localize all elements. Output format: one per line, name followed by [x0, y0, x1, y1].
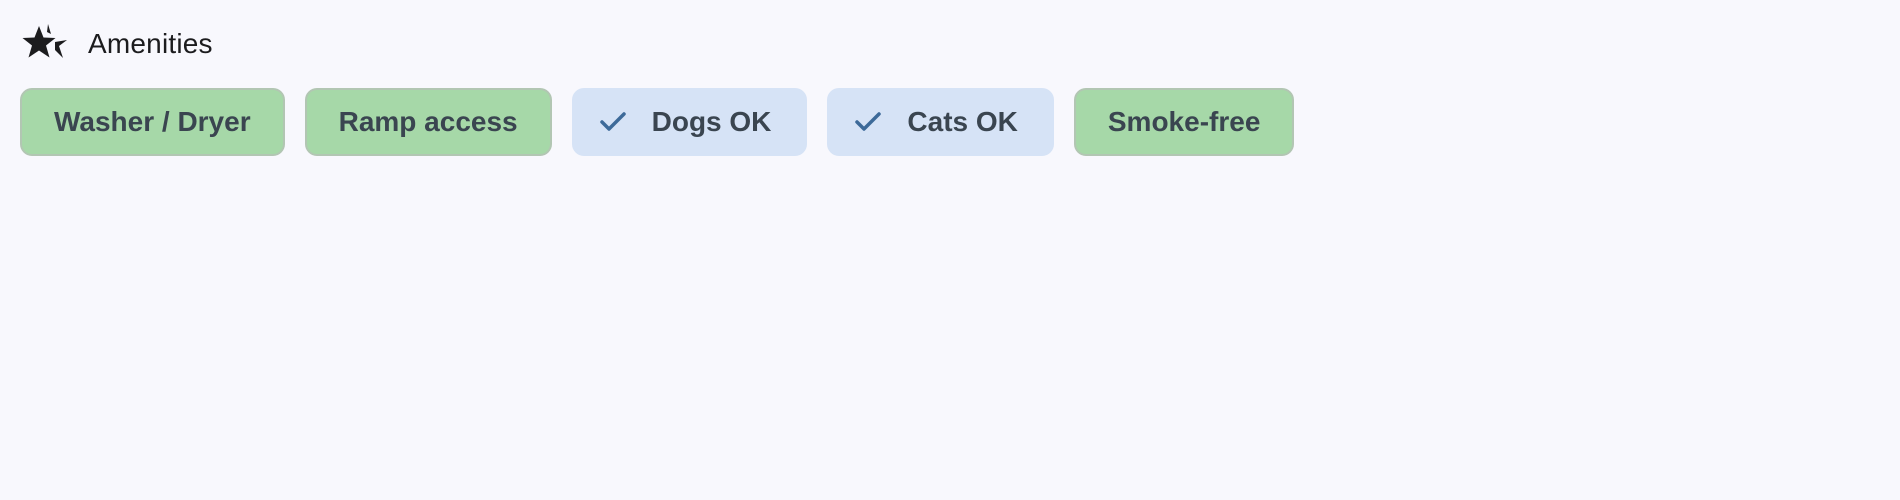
chip-label: Smoke-free: [1107, 106, 1261, 137]
check-icon: [853, 107, 883, 137]
chip-smoke-free[interactable]: Smoke-free: [1073, 88, 1295, 156]
sparkle-stars-icon: [20, 20, 70, 68]
chip-label: Cats OK: [907, 106, 1018, 137]
chip-label: Ramp access: [338, 106, 518, 137]
check-icon: [598, 107, 628, 137]
section-title: Amenities: [88, 28, 213, 59]
chip-label: Dogs OK: [651, 106, 772, 137]
chip-washer-dryer[interactable]: Washer / Dryer: [20, 88, 285, 156]
chip-ramp-access[interactable]: Ramp access: [304, 88, 552, 156]
chip-cats-ok[interactable]: Cats OK: [827, 88, 1054, 156]
chip-label: Washer / Dryer: [54, 106, 251, 137]
chip-dogs-ok[interactable]: Dogs OK: [571, 88, 808, 156]
amenities-header: Amenities: [20, 20, 213, 68]
amenity-chip-group: Washer / Dryer Ramp access Dogs OK Cats …: [20, 88, 1295, 156]
